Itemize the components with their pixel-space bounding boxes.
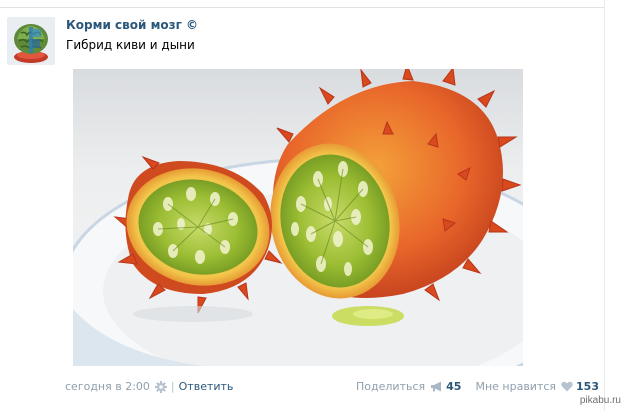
watermark: pikabu.ru <box>579 395 621 406</box>
post-author[interactable]: Корми свой мозг © <box>66 18 198 32</box>
post-date[interactable]: сегодня в 2:00 <box>65 380 150 393</box>
share-button[interactable]: Поделиться 45 <box>356 380 461 393</box>
right-divider <box>604 0 605 411</box>
like-label: Мне нравится <box>475 380 557 393</box>
brain-avatar-icon <box>7 17 55 65</box>
post-meta-right: Поделиться 45 Мне нравится 153 <box>356 380 599 393</box>
post-photo[interactable] <box>73 69 523 366</box>
post-meta-left: сегодня в 2:00 | Ответить <box>65 380 233 393</box>
gear-icon[interactable] <box>154 380 167 393</box>
share-count: 45 <box>446 380 462 393</box>
post-text: Гибрид киви и дыни <box>66 38 195 52</box>
avatar[interactable] <box>7 17 55 65</box>
top-divider <box>0 0 604 8</box>
meta-separator: | <box>170 380 175 393</box>
megaphone-icon <box>431 381 442 392</box>
wall-post: Корми свой мозг © Гибрид киви и дыни сег… <box>0 0 625 411</box>
heart-icon <box>561 381 573 392</box>
reply-link[interactable]: Ответить <box>179 380 234 393</box>
like-count: 153 <box>576 380 599 393</box>
like-button[interactable]: Мне нравится 153 <box>475 380 599 393</box>
share-label: Поделиться <box>356 380 426 393</box>
kiwano-fruit-image <box>73 69 523 366</box>
